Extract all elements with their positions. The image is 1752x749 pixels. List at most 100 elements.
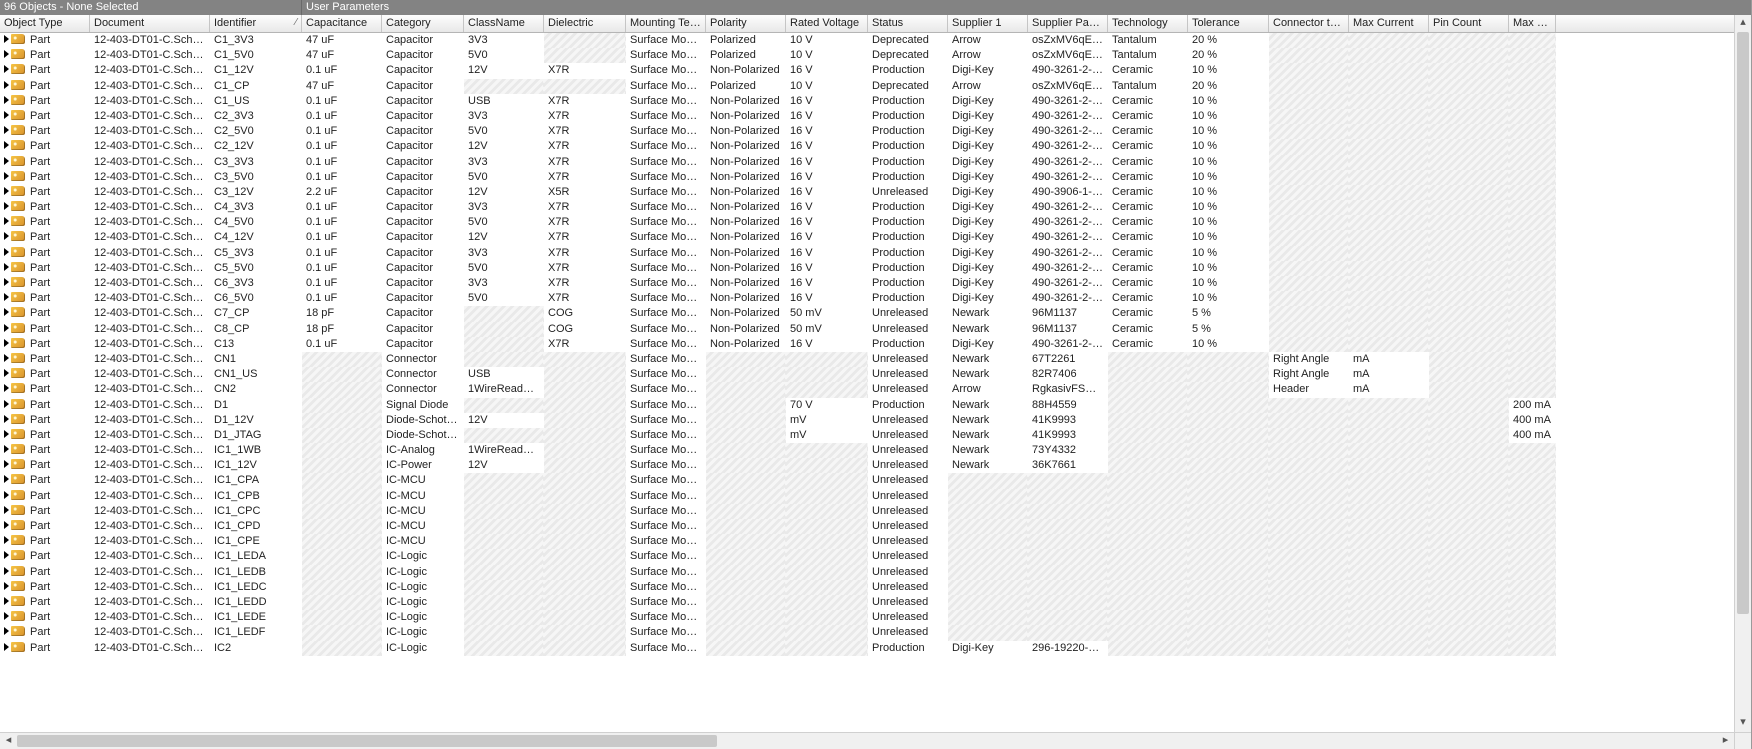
table-row[interactable]: Part12-403-DT01-C.SchDocIC1_CPBIC-MCUSur… — [0, 489, 1751, 504]
expand-arrow-icon[interactable] — [4, 278, 9, 286]
table-row[interactable]: Part12-403-DT01-C.SchDocC3_3V30.1 uFCapa… — [0, 155, 1751, 170]
expand-arrow-icon[interactable] — [4, 491, 9, 499]
expand-arrow-icon[interactable] — [4, 400, 9, 408]
column-header-tech[interactable]: Technology — [1108, 15, 1188, 32]
column-header-cap[interactable]: Capacitance — [302, 15, 382, 32]
table-row[interactable]: Part12-403-DT01-C.SchDocC1_CP47 uFCapaci… — [0, 79, 1751, 94]
column-header-ident[interactable]: Identifier⁄ — [210, 15, 302, 32]
column-header-pol[interactable]: Polarity — [706, 15, 786, 32]
column-header-contype[interactable]: Connector type — [1269, 15, 1349, 32]
expand-arrow-icon[interactable] — [4, 551, 9, 559]
expand-arrow-icon[interactable] — [4, 81, 9, 89]
table-row[interactable]: Part12-403-DT01-C.SchDocIC1_CPDIC-MCUSur… — [0, 519, 1751, 534]
table-row[interactable]: Part12-403-DT01-C.SchDocIC1_LEDEIC-Logic… — [0, 610, 1751, 625]
table-row[interactable]: Part12-403-DT01-C.SchDocC1_5V047 uFCapac… — [0, 48, 1751, 63]
expand-arrow-icon[interactable] — [4, 202, 9, 210]
table-row[interactable]: Part12-403-DT01-C.SchDocC2_3V30.1 uFCapa… — [0, 109, 1751, 124]
scroll-up-button[interactable]: ▴ — [1735, 15, 1751, 32]
column-header-tol[interactable]: Tolerance — [1188, 15, 1269, 32]
table-row[interactable]: Part12-403-DT01-C.SchDocC4_3V30.1 uFCapa… — [0, 200, 1751, 215]
table-row[interactable]: Part12-403-DT01-C.SchDocC8_CP18 pFCapaci… — [0, 322, 1751, 337]
table-row[interactable]: Part12-403-DT01-C.SchDocIC2IC-LogicSurfa… — [0, 641, 1751, 656]
expand-arrow-icon[interactable] — [4, 460, 9, 468]
expand-arrow-icon[interactable] — [4, 141, 9, 149]
column-header-objtype[interactable]: Object Type — [0, 15, 90, 32]
column-header-sup[interactable]: Supplier 1 — [948, 15, 1028, 32]
expand-arrow-icon[interactable] — [4, 475, 9, 483]
scroll-left-button[interactable]: ◂ — [0, 733, 17, 749]
column-header-status[interactable]: Status — [868, 15, 948, 32]
table-row[interactable]: Part12-403-DT01-C.SchDocC4_5V00.1 uFCapa… — [0, 215, 1751, 230]
expand-arrow-icon[interactable] — [4, 567, 9, 575]
expand-arrow-icon[interactable] — [4, 172, 9, 180]
table-row[interactable]: Part12-403-DT01-C.SchDocC3_12V2.2 uFCapa… — [0, 185, 1751, 200]
expand-arrow-icon[interactable] — [4, 263, 9, 271]
column-header-spn[interactable]: Supplier Part ... — [1028, 15, 1108, 32]
expand-arrow-icon[interactable] — [4, 536, 9, 544]
expand-arrow-icon[interactable] — [4, 612, 9, 620]
expand-arrow-icon[interactable] — [4, 415, 9, 423]
expand-arrow-icon[interactable] — [4, 354, 9, 362]
expand-arrow-icon[interactable] — [4, 430, 9, 438]
table-row[interactable]: Part12-403-DT01-C.SchDocIC1_1WBIC-Analog… — [0, 443, 1751, 458]
table-row[interactable]: Part12-403-DT01-C.SchDocD1Signal DiodeSu… — [0, 398, 1751, 413]
expand-arrow-icon[interactable] — [4, 50, 9, 58]
expand-arrow-icon[interactable] — [4, 248, 9, 256]
table-row[interactable]: Part12-403-DT01-C.SchDocIC1_LEDAIC-Logic… — [0, 549, 1751, 564]
expand-arrow-icon[interactable] — [4, 217, 9, 225]
expand-arrow-icon[interactable] — [4, 627, 9, 635]
expand-arrow-icon[interactable] — [4, 521, 9, 529]
expand-arrow-icon[interactable] — [4, 384, 9, 392]
expand-arrow-icon[interactable] — [4, 187, 9, 195]
column-header-maxfor[interactable]: Max Forv — [1509, 15, 1556, 32]
expand-arrow-icon[interactable] — [4, 35, 9, 43]
column-header-diel[interactable]: Dielectric — [544, 15, 626, 32]
expand-arrow-icon[interactable] — [4, 126, 9, 134]
horizontal-scrollbar[interactable]: ◂ ▸ — [0, 732, 1734, 749]
table-row[interactable]: Part12-403-DT01-C.SchDocIC1_12VIC-Power1… — [0, 458, 1751, 473]
table-row[interactable]: Part12-403-DT01-C.SchDocC6_3V30.1 uFCapa… — [0, 276, 1751, 291]
table-row[interactable]: Part12-403-DT01-C.SchDocC3_5V00.1 uFCapa… — [0, 170, 1751, 185]
table-row[interactable]: Part12-403-DT01-C.SchDocIC1_LEDFIC-Logic… — [0, 625, 1751, 640]
table-row[interactable]: Part12-403-DT01-C.SchDocC1_3V347 uFCapac… — [0, 33, 1751, 48]
table-row[interactable]: Part12-403-DT01-C.SchDocC2_5V00.1 uFCapa… — [0, 124, 1751, 139]
expand-arrow-icon[interactable] — [4, 445, 9, 453]
table-row[interactable]: Part12-403-DT01-C.SchDocC6_5V00.1 uFCapa… — [0, 291, 1751, 306]
expand-arrow-icon[interactable] — [4, 232, 9, 240]
vertical-scroll-thumb[interactable] — [1737, 32, 1749, 614]
table-row[interactable]: Part12-403-DT01-C.SchDocIC1_CPCIC-MCUSur… — [0, 504, 1751, 519]
column-header-pincount[interactable]: Pin Count — [1429, 15, 1509, 32]
expand-arrow-icon[interactable] — [4, 324, 9, 332]
horizontal-scroll-thumb[interactable] — [17, 735, 717, 747]
expand-arrow-icon[interactable] — [4, 597, 9, 605]
table-row[interactable]: Part12-403-DT01-C.SchDocCN1ConnectorSurf… — [0, 352, 1751, 367]
expand-arrow-icon[interactable] — [4, 643, 9, 651]
vertical-scrollbar[interactable]: ▴ ▾ — [1734, 15, 1751, 732]
expand-arrow-icon[interactable] — [4, 65, 9, 73]
table-row[interactable]: Part12-403-DT01-C.SchDocIC1_LEDDIC-Logic… — [0, 595, 1751, 610]
table-row[interactable]: Part12-403-DT01-C.SchDocCN2Connector1Wir… — [0, 382, 1751, 397]
table-row[interactable]: Part12-403-DT01-C.SchDocIC1_LEDCIC-Logic… — [0, 580, 1751, 595]
table-row[interactable]: Part12-403-DT01-C.SchDocC5_3V30.1 uFCapa… — [0, 246, 1751, 261]
column-header-doc[interactable]: Document — [90, 15, 210, 32]
table-row[interactable]: Part12-403-DT01-C.SchDocC130.1 uFCapacit… — [0, 337, 1751, 352]
column-header-maxcur[interactable]: Max Current — [1349, 15, 1429, 32]
table-row[interactable]: Part12-403-DT01-C.SchDocCN1_USConnectorU… — [0, 367, 1751, 382]
table-row[interactable]: Part12-403-DT01-C.SchDocC1_US0.1 uFCapac… — [0, 94, 1751, 109]
expand-arrow-icon[interactable] — [4, 369, 9, 377]
column-header-mount[interactable]: Mounting Tec... — [626, 15, 706, 32]
column-header-rv[interactable]: Rated Voltage — [786, 15, 868, 32]
table-row[interactable]: Part12-403-DT01-C.SchDocIC1_LEDBIC-Logic… — [0, 565, 1751, 580]
column-header-cls[interactable]: ClassName — [464, 15, 544, 32]
table-row[interactable]: Part12-403-DT01-C.SchDocC1_12V0.1 uFCapa… — [0, 63, 1751, 78]
expand-arrow-icon[interactable] — [4, 111, 9, 119]
expand-arrow-icon[interactable] — [4, 308, 9, 316]
expand-arrow-icon[interactable] — [4, 582, 9, 590]
table-row[interactable]: Part12-403-DT01-C.SchDocC4_12V0.1 uFCapa… — [0, 230, 1751, 245]
table-row[interactable]: Part12-403-DT01-C.SchDocD1_JTAGDiode-Sch… — [0, 428, 1751, 443]
expand-arrow-icon[interactable] — [4, 157, 9, 165]
expand-arrow-icon[interactable] — [4, 96, 9, 104]
expand-arrow-icon[interactable] — [4, 293, 9, 301]
table-row[interactable]: Part12-403-DT01-C.SchDocC2_12V0.1 uFCapa… — [0, 139, 1751, 154]
scroll-down-button[interactable]: ▾ — [1735, 715, 1751, 732]
